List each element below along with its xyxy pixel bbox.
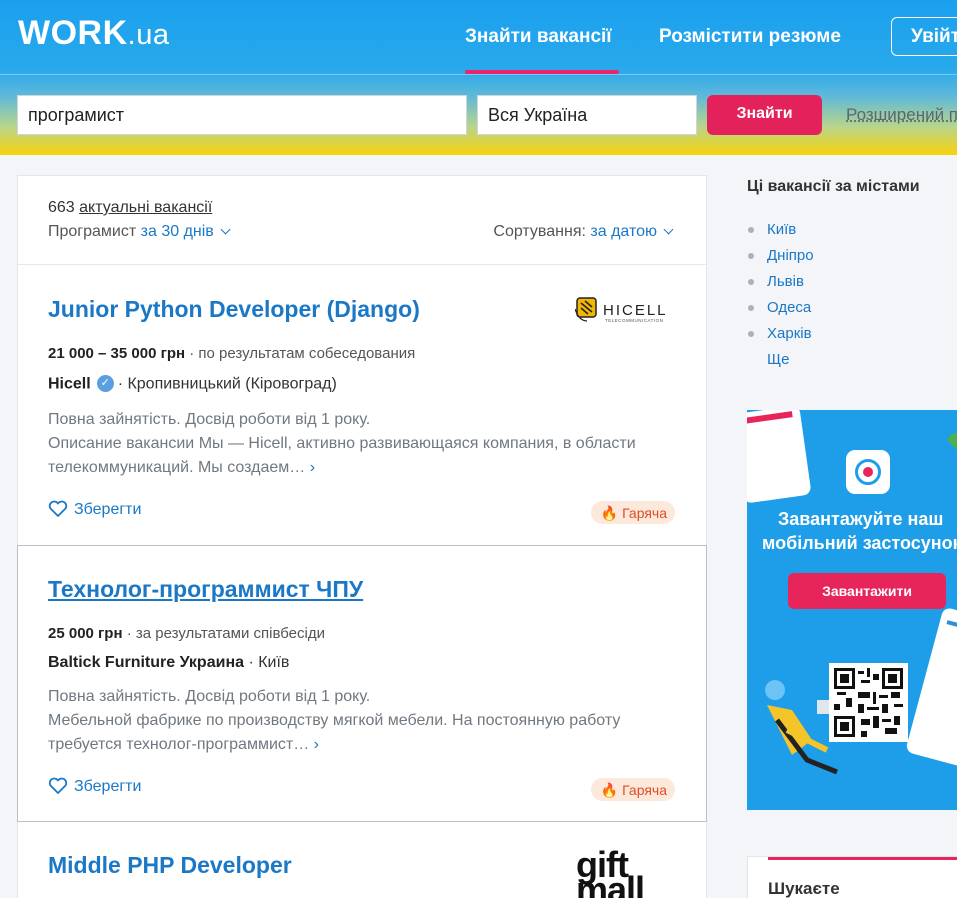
job-description: Повна зайнятість. Досвід роботи від 1 ро… xyxy=(48,688,621,753)
heart-icon xyxy=(48,500,68,517)
sort-control: Сортування: за датою xyxy=(493,223,674,241)
app-icon xyxy=(846,450,890,494)
hot-badge: 🔥 Гаряча xyxy=(590,501,675,524)
bullet-icon xyxy=(748,279,754,285)
advanced-search-link[interactable]: Розширений пошук xyxy=(846,105,957,125)
header-divider xyxy=(0,74,957,75)
sort-dropdown[interactable]: за датою xyxy=(590,223,674,240)
period-filter[interactable]: за 30 днів xyxy=(141,223,231,240)
bullet-icon xyxy=(748,305,754,311)
chevron-right-icon[interactable]: › xyxy=(310,459,315,476)
company-logo[interactable]: HICELL TELECOMMUNICATION xyxy=(575,295,677,323)
bullet-icon xyxy=(748,227,754,233)
job-card[interactable]: Middle PHP Developer gift mall xyxy=(18,822,706,898)
query-summary: Програмист за 30 днів xyxy=(48,223,231,241)
job-company: Hicell ✓ · Кропивницький (Кіровоград) xyxy=(48,375,337,393)
region-input[interactable]: Вся Україна xyxy=(477,95,697,135)
bullet-icon xyxy=(748,253,754,259)
hot-badge: 🔥 Гаряча xyxy=(590,778,675,801)
qr-code xyxy=(829,663,908,742)
job-title[interactable]: Middle PHP Developer xyxy=(48,852,292,879)
company-logo[interactable]: gift mall xyxy=(576,847,645,898)
results-panel: 663 актуальні вакансії Програмист за 30 … xyxy=(17,175,707,898)
results-count: 663 актуальні вакансії xyxy=(48,199,213,216)
more-cities-link[interactable]: Ще xyxy=(767,351,789,368)
city-link-odesa[interactable]: Одеса xyxy=(767,299,811,316)
login-button[interactable]: Увійти xyxy=(891,17,957,56)
job-company: Baltick Furniture Украина · Київ xyxy=(48,654,290,671)
search-button[interactable]: Знайти xyxy=(707,95,822,135)
search-input[interactable]: програмист xyxy=(17,95,467,135)
company-name[interactable]: Baltick Furniture Украина xyxy=(48,654,244,671)
job-card[interactable]: Технолог-программист ЧПУ 25 000 грн · за… xyxy=(17,545,707,822)
box-accent-bar xyxy=(768,857,957,860)
chevron-down-icon xyxy=(663,224,674,235)
company-name[interactable]: Hicell xyxy=(48,376,91,393)
svg-text:TELECOMMUNICATION: TELECOMMUNICATION xyxy=(605,318,663,323)
fire-icon: 🔥 xyxy=(600,782,619,798)
actual-jobs-link[interactable]: актуальні вакансії xyxy=(79,199,212,216)
results-summary: 663 актуальні вакансії Програмист за 30 … xyxy=(18,176,706,265)
heart-icon xyxy=(48,777,68,794)
job-card[interactable]: Junior Python Developer (Django) HICELL … xyxy=(18,265,706,545)
nav-find-jobs[interactable]: Знайти вакансії xyxy=(465,26,612,48)
job-description: Повна зайнятість. Досвід роботи від 1 ро… xyxy=(48,411,636,476)
job-salary: 21 000 – 35 000 грн · по результатам соб… xyxy=(48,345,416,362)
svg-text:HICELL: HICELL xyxy=(603,302,668,319)
site-header: WORK.ua Знайти вакансії Розмістити резюм… xyxy=(0,0,957,155)
verified-icon: ✓ xyxy=(96,375,114,392)
cities-heading: Ці вакансії за містами xyxy=(747,178,920,195)
city-link-dnipro[interactable]: Дніпро xyxy=(767,247,814,264)
job-salary: 25 000 грн · за результатами співбесіди xyxy=(48,625,325,642)
city-link-kharkiv[interactable]: Харків xyxy=(767,325,812,342)
chevron-down-icon xyxy=(220,224,231,235)
city-link-kyiv[interactable]: Київ xyxy=(767,221,796,238)
city-link-lviv[interactable]: Львів xyxy=(767,273,804,290)
box-title: Шукаєте xyxy=(768,879,840,898)
banner-text: Завантажуйте наш мобільний застосунок xyxy=(762,509,957,553)
fire-icon: 🔥 xyxy=(600,505,619,521)
site-logo[interactable]: WORK.ua xyxy=(18,14,169,53)
nav-post-resume[interactable]: Розмістити резюме xyxy=(659,26,841,48)
download-app-button[interactable]: Завантажити xyxy=(788,573,946,609)
chevron-right-icon[interactable]: › xyxy=(314,736,319,753)
job-title[interactable]: Технолог-программист ЧПУ xyxy=(48,576,363,603)
bullet-icon xyxy=(748,331,754,337)
job-title[interactable]: Junior Python Developer (Django) xyxy=(48,296,420,323)
sidebar-box: Шукаєте xyxy=(747,856,957,898)
save-button[interactable]: Зберегти xyxy=(48,777,141,796)
save-button[interactable]: Зберегти xyxy=(48,500,141,519)
